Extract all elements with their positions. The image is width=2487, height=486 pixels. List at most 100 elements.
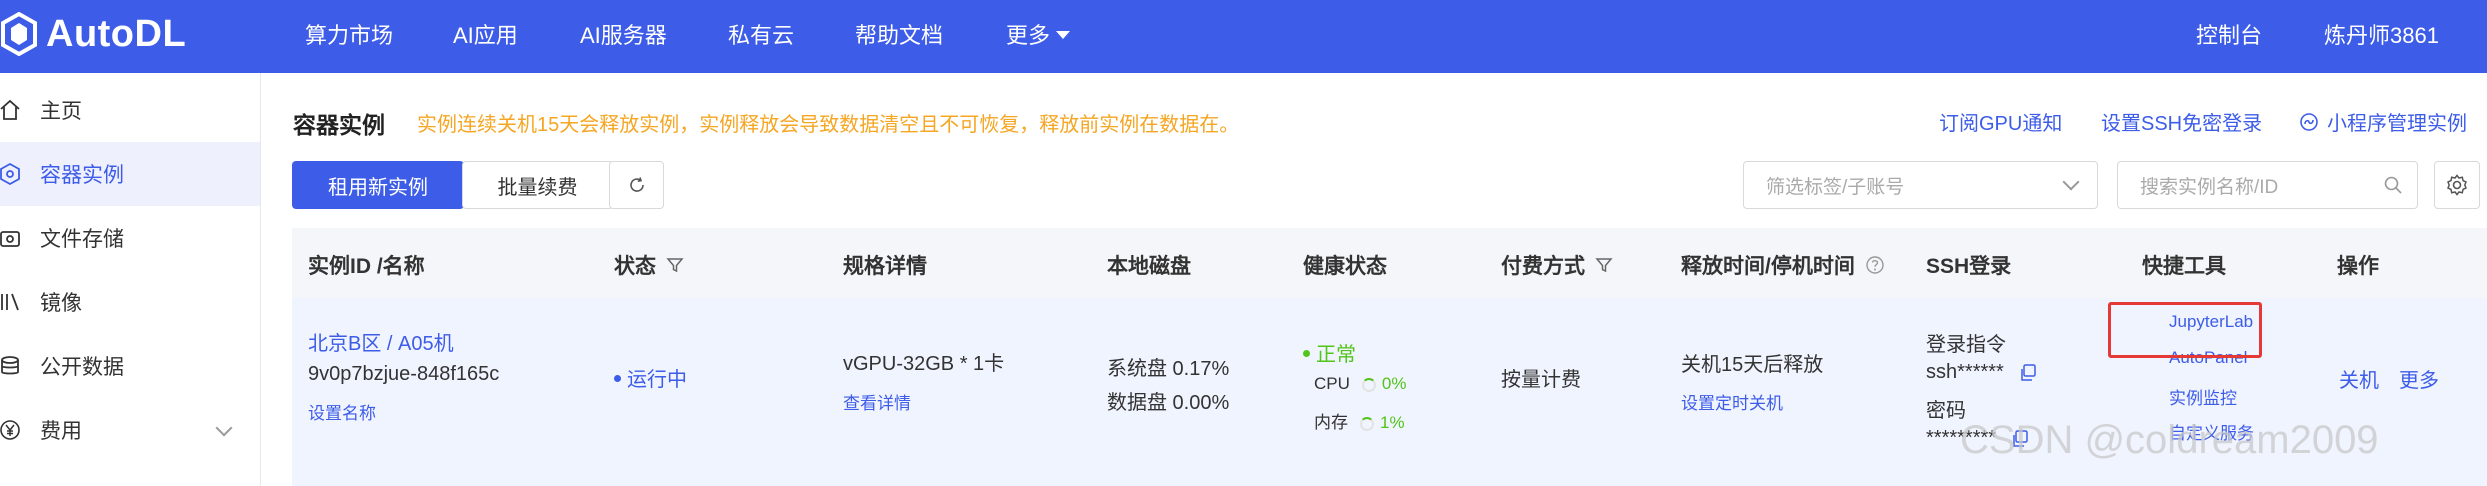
page-title: 容器实例 [293, 112, 385, 138]
nav-item-ai-servers[interactable]: AI服务器 [580, 18, 667, 50]
search-icon [2383, 175, 2403, 201]
nav-more-label: 更多 [1006, 23, 1051, 48]
more-actions-button[interactable]: 更多 [2399, 364, 2439, 393]
release-policy: 关机15天后释放 [1681, 354, 1824, 376]
chevron-down-icon [2062, 173, 2080, 191]
database-icon [0, 352, 24, 380]
table-settings-button[interactable] [2434, 161, 2480, 209]
sidebar-item-label: 容器实例 [40, 164, 124, 187]
help-icon[interactable] [1865, 255, 1885, 275]
cpu-label: CPU [1314, 374, 1350, 393]
memory-usage: 内存 1% [1314, 408, 1405, 433]
sidebar-item-images[interactable]: 镜像 [0, 270, 260, 334]
sidebar-item-home[interactable]: 主页 [0, 78, 260, 142]
top-navbar: AutoDL 算力市场 AI应用 AI服务器 私有云 帮助文档 更多 控制台 炼… [0, 0, 2487, 73]
instance-id: 9v0p7bzjue-848f165c [308, 363, 500, 385]
sidebar-item-file-storage[interactable]: 文件存储 [0, 206, 260, 270]
column-header-health: 健康状态 [1303, 255, 1387, 278]
nav-item-ai-apps[interactable]: AI应用 [453, 18, 518, 50]
sidebar-item-label: 主页 [40, 100, 82, 123]
column-header-tools: 快捷工具 [2142, 255, 2226, 278]
data-disk-usage: 数据盘 0.00% [1107, 392, 1230, 414]
instance-monitor-link[interactable]: 实例监控 [2169, 384, 2237, 409]
column-header-release-label: 释放时间/停机时间 [1681, 255, 1855, 278]
refresh-icon [629, 177, 644, 192]
yen-icon [0, 416, 24, 444]
spec-detail-link[interactable]: 查看详情 [843, 389, 911, 414]
health-dot-icon [1303, 350, 1310, 358]
nav-item-private-cloud[interactable]: 私有云 [728, 18, 794, 50]
miniprogram-icon [2299, 112, 2319, 132]
tag-subaccount-filter-select[interactable]: 筛选标签/子账号 [1743, 161, 2098, 209]
gear-icon [2447, 174, 2467, 196]
sidebar-item-public-data[interactable]: 公开数据 [0, 334, 260, 398]
column-header-instance: 实例ID /名称 [308, 255, 425, 278]
cpu-usage: CPU 0% [1314, 374, 1406, 394]
sidebar-item-label: 费用 [40, 420, 82, 443]
cpu-value: 0% [1381, 374, 1407, 393]
nav-user-menu[interactable]: 炼丹师3861 [2324, 18, 2439, 50]
brand-logo[interactable]: AutoDL [0, 12, 186, 56]
filter-icon[interactable] [1595, 256, 1613, 274]
search-placeholder: 搜索实例名称/ID [2140, 176, 2279, 198]
release-warning: 实例连续关机15天会释放实例，实例释放会导致数据清空且不可恢复，释放前实例在数据… [417, 114, 1240, 136]
nav-console-link[interactable]: 控制台 [2196, 18, 2262, 50]
home-icon [0, 96, 24, 124]
column-header-actions: 操作 [2337, 255, 2379, 278]
column-header-disk: 本地磁盘 [1107, 255, 1191, 278]
filter-select-placeholder: 筛选标签/子账号 [1766, 176, 1905, 198]
sidebar-item-label: 公开数据 [40, 356, 124, 379]
instance-region-link[interactable]: 北京B区 / A05机 [308, 327, 454, 356]
batch-renew-button[interactable]: 批量续费 [462, 161, 613, 209]
filter-icon[interactable] [666, 256, 684, 274]
status-badge: 运行中 [614, 363, 687, 392]
refresh-button[interactable] [609, 161, 664, 209]
rent-new-instance-button[interactable]: 租用新实例 [292, 161, 464, 209]
ssh-key-setup-link[interactable]: 设置SSH免密登录 [2101, 107, 2262, 136]
column-header-billing[interactable]: 付费方式 [1501, 250, 1613, 280]
sidebar-item-container-instances[interactable]: 容器实例 [0, 142, 260, 206]
brand-name: AutoDL [46, 12, 187, 55]
copy-icon[interactable] [2018, 363, 2038, 383]
chevron-down-icon [1056, 31, 1071, 40]
memory-value: 1% [1380, 413, 1405, 432]
status-label: 运行中 [627, 369, 687, 391]
chevron-down-icon [215, 419, 233, 437]
shutdown-button[interactable]: 关机 [2339, 364, 2379, 393]
csdn-watermark: CSDN @coldream2009 [1960, 418, 2379, 462]
cpu-gauge-icon [1361, 377, 1376, 392]
system-disk-usage: 系统盘 0.17% [1107, 358, 1230, 380]
annotation-highlight-box [2108, 302, 2262, 358]
instance-table-header: 实例ID /名称 状态 规格详情 本地磁盘 健康状态 付费方式 释放时间/停机时… [292, 228, 2487, 298]
instance-search-input[interactable]: 搜索实例名称/ID [2117, 161, 2418, 209]
column-header-status-label: 状态 [614, 255, 656, 278]
spec-value: vGPU-32GB * 1卡 [843, 353, 1005, 375]
set-name-link[interactable]: 设置名称 [308, 399, 376, 424]
column-header-spec: 规格详情 [843, 255, 927, 278]
image-icon [0, 288, 24, 316]
sidebar-item-label: 文件存储 [40, 228, 124, 251]
memory-label: 内存 [1314, 413, 1348, 432]
autodl-logo-icon [1, 12, 37, 56]
subscribe-gpu-notice-link[interactable]: 订阅GPU通知 [1939, 107, 2062, 136]
miniprogram-manage-link[interactable]: 小程序管理实例 [2299, 107, 2467, 136]
scheduled-shutdown-link[interactable]: 设置定时关机 [1681, 389, 1783, 414]
cube-icon [0, 160, 24, 188]
ssh-command-value: ssh****** [1926, 361, 2004, 383]
storage-icon [0, 224, 24, 252]
nav-item-more[interactable]: 更多 [1006, 18, 1071, 50]
ssh-command-label: 登录指令 [1926, 334, 2006, 356]
miniprogram-link-label: 小程序管理实例 [2327, 113, 2467, 135]
health-status: 正常 [1303, 338, 1356, 367]
memory-gauge-icon [1360, 416, 1374, 431]
nav-item-compute-market[interactable]: 算力市场 [305, 18, 393, 50]
ssh-command: ssh****** [1926, 361, 2038, 384]
column-header-ssh: SSH登录 [1926, 255, 2012, 278]
billing-method: 按量计费 [1501, 369, 1581, 391]
nav-item-help-docs[interactable]: 帮助文档 [855, 18, 943, 50]
sidebar: 主页 容器实例 文件存储 镜像 公开数据 费用 [0, 73, 261, 486]
sidebar-item-label: 镜像 [40, 292, 82, 315]
sidebar-item-billing[interactable]: 费用 [0, 398, 260, 462]
column-header-status[interactable]: 状态 [614, 250, 684, 280]
column-header-billing-label: 付费方式 [1501, 255, 1585, 278]
